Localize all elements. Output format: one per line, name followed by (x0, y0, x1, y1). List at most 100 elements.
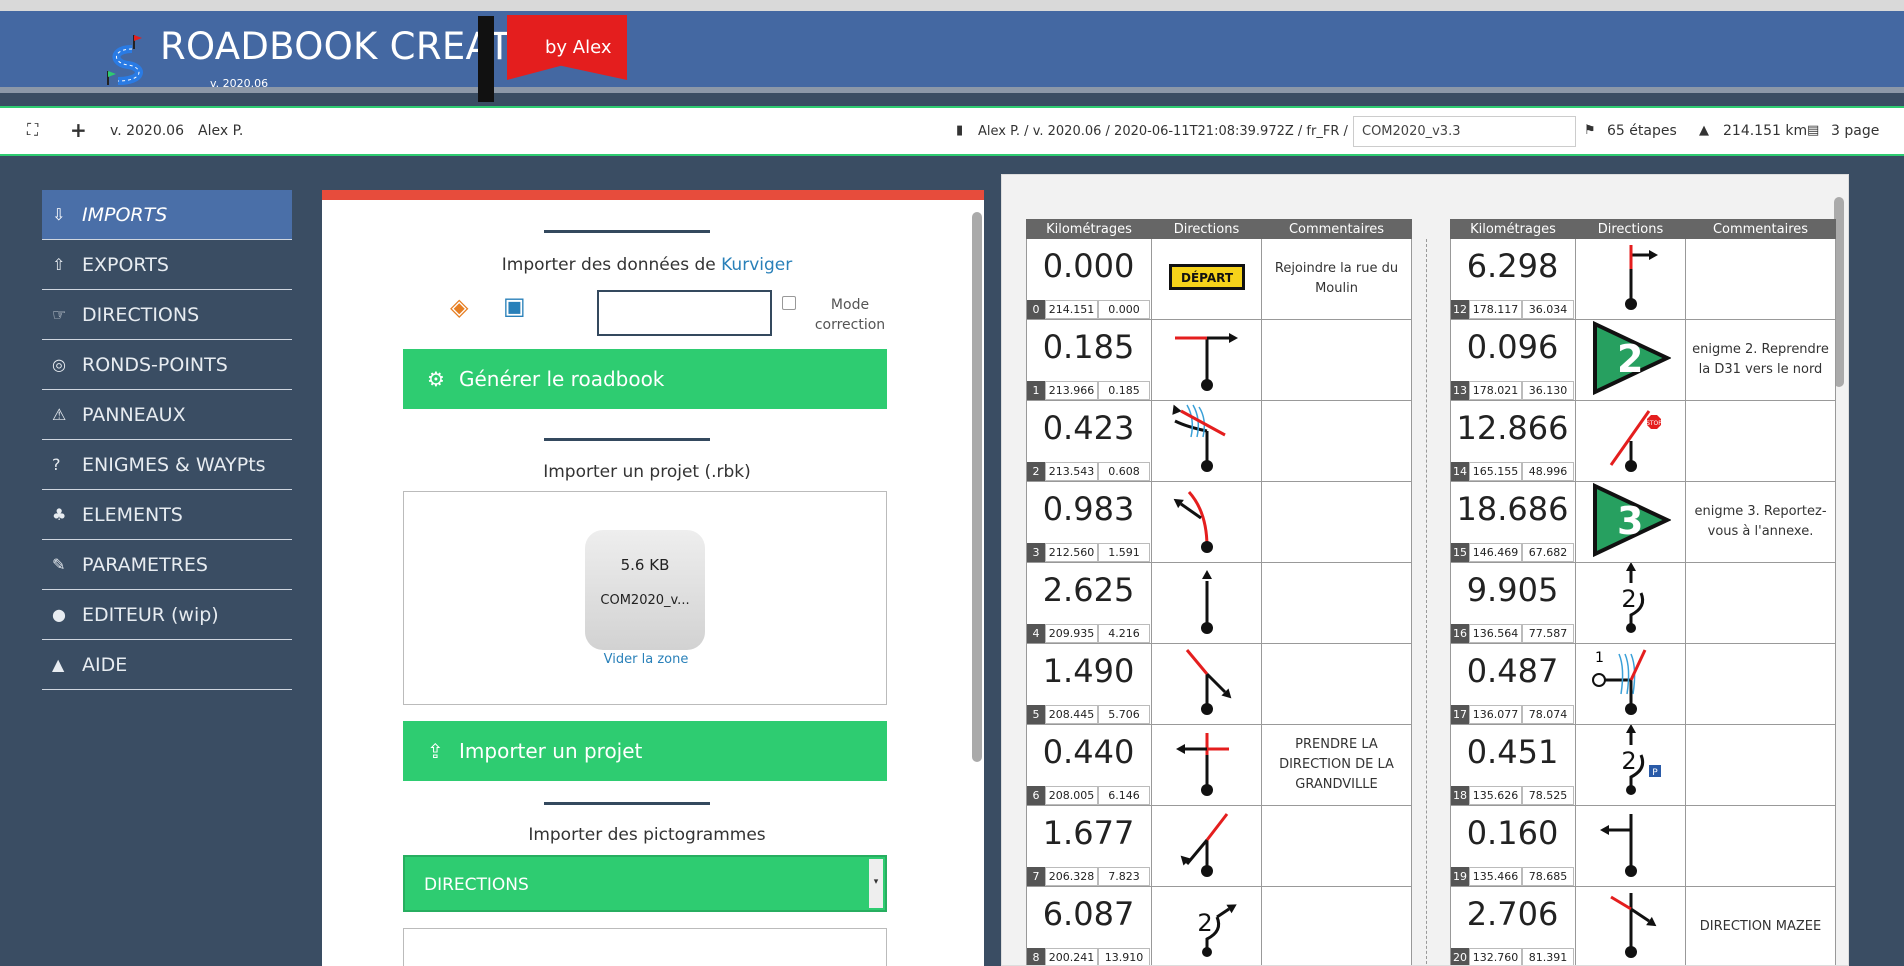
km-cell: 0.185 1 213.966 0.185 (1026, 319, 1152, 401)
kurviger-input[interactable] (597, 290, 772, 336)
roadbook-row[interactable]: 1.490 5 208.445 5.706 (1026, 643, 1412, 725)
direction-cell[interactable] (1151, 319, 1262, 401)
step-index: 20 (1451, 948, 1469, 965)
chevron-down-icon[interactable]: ▾ (869, 859, 883, 908)
sidebar-item-enigmes-waypts[interactable]: ? ENIGMES & WAYPts (42, 440, 292, 490)
comment-cell[interactable] (1685, 400, 1836, 482)
sidebar-item-imports[interactable]: ⇩ IMPORTS (42, 190, 292, 240)
sidebar-item-editeur-wip[interactable]: ● EDITEUR (wip) (42, 590, 292, 640)
comment-cell[interactable] (1261, 643, 1412, 725)
roadbook-row[interactable]: 6.298 12 178.117 36.034 (1450, 238, 1836, 320)
pictos-category-select[interactable]: DIRECTIONS ▾ (403, 855, 887, 912)
sidebar-item-ronds-points[interactable]: ◎ RONDS-POINTS (42, 340, 292, 390)
direction-cell[interactable]: 1 (1575, 643, 1686, 725)
comment-cell[interactable]: enigme 2. Reprendre la D31 vers le nord (1685, 319, 1836, 401)
km-details: 12 178.117 36.034 (1451, 300, 1574, 319)
kurviger-link[interactable]: Kurviger (721, 255, 792, 275)
step-index: 18 (1451, 786, 1469, 805)
direction-cell[interactable] (1151, 562, 1262, 644)
direction-cell[interactable]: 3 (1575, 481, 1686, 563)
direction-cell[interactable]: DÉPART (1151, 238, 1262, 320)
project-name-input[interactable] (1353, 116, 1576, 147)
sidebar-item-panneaux[interactable]: ⚠ PANNEAUX (42, 390, 292, 440)
remaining-distance: 146.469 (1469, 543, 1522, 562)
comment-cell[interactable] (1261, 805, 1412, 887)
direction-cell[interactable]: 2 (1575, 319, 1686, 401)
panel-scrollbar[interactable] (972, 212, 982, 762)
sidebar-item-directions[interactable]: ☞ DIRECTIONS (42, 290, 292, 340)
roadbook-row[interactable]: 9.905 16 136.564 77.587 2 (1450, 562, 1836, 644)
roadbook-row[interactable]: 0.096 13 178.021 36.130 2 enigme 2. Reprendre… (1450, 319, 1836, 401)
comment-cell[interactable]: enigme 3. Reportez-vous à l'annexe. (1685, 481, 1836, 563)
roadbook-row[interactable]: 0.440 6 208.005 6.146 PRENDRE LA DIRECTION D… (1026, 724, 1412, 806)
comment-cell[interactable] (1261, 400, 1412, 482)
roadbook-row[interactable]: 0.487 17 136.077 78.074 1 (1450, 643, 1836, 725)
clipboard-icon[interactable]: ▣ (503, 292, 526, 320)
comment-cell[interactable] (1685, 805, 1836, 887)
direction-cell[interactable]: 2 (1151, 886, 1262, 965)
sidebar-item-label: EXPORTS (82, 253, 169, 276)
roadbook-row[interactable]: 12.866 14 165.155 48.996 STOP (1450, 400, 1836, 482)
comment-cell[interactable] (1685, 238, 1836, 320)
roadbook-row[interactable]: 2.706 20 132.760 81.391 DIRECTION MAZEE (1450, 886, 1836, 965)
fullscreen-icon[interactable]: ⛶ (27, 120, 38, 140)
remaining-distance: 132.760 (1469, 948, 1522, 965)
roadbook-row[interactable]: 0.000 0 214.151 0.000 DÉPART Rejoindre la rue… (1026, 238, 1412, 320)
direction-cell[interactable] (1151, 643, 1262, 725)
comment-cell[interactable]: PRENDRE LA DIRECTION DE LA GRANDVILLE (1261, 724, 1412, 806)
comment-cell[interactable] (1685, 562, 1836, 644)
column-separator (1426, 239, 1427, 965)
cumulative-distance: 78.685 (1522, 867, 1574, 886)
graduation-cap-icon: ▲ (52, 655, 65, 674)
direction-cell[interactable]: STOP (1575, 400, 1686, 482)
mode-correction-checkbox[interactable] (782, 296, 796, 310)
project-dropzone[interactable]: 5.6 KB COM2020_v... Vider la zone (403, 491, 887, 705)
roadbook-row[interactable]: 1.677 7 206.328 7.823 (1026, 805, 1412, 887)
clear-zone-link[interactable]: Vider la zone (404, 652, 888, 667)
comment-cell[interactable]: Rejoindre la rue du Moulin (1261, 238, 1412, 320)
flag-icon: ⚑ (1584, 123, 1596, 138)
comment-cell[interactable] (1261, 481, 1412, 563)
remaining-distance: 136.077 (1469, 705, 1522, 724)
sidebar-item-exports[interactable]: ⇧ EXPORTS (42, 240, 292, 290)
comment-cell[interactable]: DIRECTION MAZEE (1685, 886, 1836, 965)
direction-cell[interactable] (1151, 805, 1262, 887)
add-icon[interactable]: + (70, 118, 87, 142)
comment-cell[interactable] (1261, 886, 1412, 965)
step-index: 2 (1027, 462, 1045, 481)
eraser-icon[interactable]: ◈ (450, 293, 468, 321)
import-project-button[interactable]: ⇪ Importer un projet (403, 721, 887, 781)
roadbook-row[interactable]: 6.087 8 200.241 13.910 2 (1026, 886, 1412, 965)
roadbook-row[interactable]: 0.423 2 213.543 0.608 (1026, 400, 1412, 482)
direction-cell[interactable] (1575, 886, 1686, 965)
sidebar-item-parametres[interactable]: ✎ PARAMETRES (42, 540, 292, 590)
comment-cell[interactable] (1685, 643, 1836, 725)
direction-cell[interactable] (1575, 238, 1686, 320)
roadbook-row[interactable]: 2.625 4 209.935 4.216 (1026, 562, 1412, 644)
direction-cell[interactable]: 2P (1575, 724, 1686, 806)
pictos-dropzone[interactable] (403, 928, 887, 966)
roadbook-row[interactable]: 0.160 19 135.466 78.685 (1450, 805, 1836, 887)
comment-cell[interactable] (1685, 724, 1836, 806)
direction-cell[interactable] (1575, 805, 1686, 887)
comment-cell[interactable] (1261, 319, 1412, 401)
comment-cell[interactable] (1261, 562, 1412, 644)
sidebar-item-aide[interactable]: ▲ AIDE (42, 640, 292, 690)
direction-cell[interactable] (1151, 400, 1262, 482)
km-details: 7 206.328 7.823 (1027, 867, 1150, 886)
roadbook-table-right: Kilométrages Directions Commentaires 6.298… (1450, 219, 1836, 965)
sidebar-item-label: ENIGMES & WAYPts (82, 453, 266, 476)
direction-cell[interactable] (1151, 724, 1262, 806)
depart-icon: DÉPART (1168, 264, 1245, 290)
km-details: 5 208.445 5.706 (1027, 705, 1150, 724)
project-import-title: Importer un projet (.rbk) (543, 462, 751, 482)
project-path: Alex P. / v. 2020.06 / 2020-06-11T21:08:… (978, 124, 1348, 139)
roadbook-row[interactable]: 18.686 15 146.469 67.682 3 enigme 3. Reportez… (1450, 481, 1836, 563)
roadbook-row[interactable]: 0.983 3 212.560 1.591 (1026, 481, 1412, 563)
roadbook-row[interactable]: 0.451 18 135.626 78.525 2 P (1450, 724, 1836, 806)
roadbook-row[interactable]: 0.185 1 213.966 0.185 (1026, 319, 1412, 401)
generate-roadbook-button[interactable]: ⚙ Générer le roadbook (403, 349, 887, 409)
direction-cell[interactable] (1151, 481, 1262, 563)
direction-cell[interactable]: 2 (1575, 562, 1686, 644)
sidebar-item-elements[interactable]: ♣ ELEMENTS (42, 490, 292, 540)
